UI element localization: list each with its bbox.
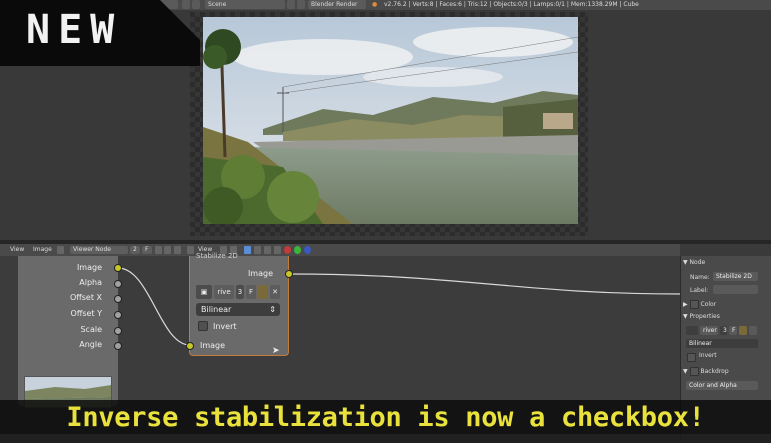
- select-arrows-icon: ⇕: [269, 305, 276, 314]
- link-stabilize-to-output: [288, 273, 680, 295]
- color-alpha-select[interactable]: Color and Alpha: [686, 381, 758, 390]
- viewer-node-field[interactable]: Viewer Node: [70, 246, 128, 254]
- socket-label-alpha: Alpha: [79, 278, 102, 287]
- socket-label-scale: Scale: [80, 325, 102, 334]
- scene-add-button[interactable]: [287, 0, 295, 9]
- stabilize-image-output-socket[interactable]: [285, 270, 293, 278]
- invert-checkbox[interactable]: [198, 321, 208, 331]
- image-browse-icon[interactable]: [57, 246, 64, 254]
- red-channel-icon[interactable]: [284, 246, 291, 254]
- socket-label-offset-x: Offset X: [69, 293, 102, 302]
- interpolation-select[interactable]: Bilinear ⇕: [196, 303, 280, 316]
- offset-x-output-socket[interactable]: [114, 295, 122, 303]
- scene-field[interactable]: Scene: [205, 0, 285, 9]
- backdrop-checkbox[interactable]: [689, 367, 699, 376]
- node-section-header[interactable]: ▼ Node: [683, 259, 705, 266]
- stabilize-image-input-socket[interactable]: [186, 342, 194, 350]
- editor-type-icon[interactable]: [187, 246, 194, 254]
- panel-clip-name[interactable]: river: [700, 326, 718, 335]
- blender-logo-icon: ●: [372, 1, 378, 8]
- panel-clip-unlink-icon[interactable]: [749, 326, 757, 335]
- link-image-to-stabilize: [117, 267, 191, 346]
- backdrop-section-header[interactable]: ▼ Backdrop: [683, 367, 729, 376]
- scene-remove-button[interactable]: [297, 0, 305, 9]
- offset-y-output-socket[interactable]: [114, 311, 122, 319]
- label-label: Label:: [690, 287, 709, 294]
- mouse-cursor-icon: ➤: [272, 346, 280, 356]
- render-layer-icon[interactable]: [244, 246, 251, 254]
- caption-text: Inverse stabilization is now a checkbox!: [66, 402, 705, 433]
- fake-user-button[interactable]: F: [142, 246, 152, 254]
- panel-clip-users: 3: [720, 326, 727, 335]
- clip-open-icon[interactable]: [258, 285, 268, 299]
- invert-label: Invert: [213, 322, 237, 331]
- image-users-count: 2: [130, 246, 140, 254]
- panel-interpolation-select[interactable]: Bilinear: [686, 339, 758, 348]
- color-section-header[interactable]: ▶ Color: [683, 300, 716, 309]
- unlink-image-icon[interactable]: [174, 246, 181, 254]
- name-label: Name:: [690, 274, 710, 281]
- socket-label-angle: Angle: [79, 340, 102, 349]
- clip-selector: ▣ rive 3 F ✕: [196, 285, 280, 299]
- node-label-field[interactable]: [713, 285, 758, 294]
- panel-clip-fake-button[interactable]: F: [729, 326, 737, 335]
- green-channel-icon[interactable]: [294, 246, 301, 254]
- render-engine-select[interactable]: Blender Render: [308, 0, 366, 9]
- socket-label-offset-y: Offset Y: [70, 309, 102, 318]
- new-banner-text: NEW: [26, 7, 123, 53]
- clip-name-field[interactable]: rive: [214, 285, 234, 299]
- timeline-strip: [0, 434, 771, 443]
- panel-clip-icon[interactable]: [686, 326, 698, 335]
- stabilize-input-label: Image: [200, 341, 226, 350]
- z-buffer-icon[interactable]: [274, 246, 281, 254]
- panel-invert-checkbox[interactable]: [687, 353, 696, 362]
- stats-text: v2.76.2 | Verts:8 | Faces:6 | Tris:12 | …: [384, 1, 639, 8]
- alpha-output-socket[interactable]: [114, 280, 122, 288]
- clip-users-count: 3: [236, 285, 244, 299]
- panel-invert-label: Invert: [699, 352, 717, 359]
- clip-fake-user-button[interactable]: F: [246, 285, 256, 299]
- color-checkbox[interactable]: [689, 300, 699, 309]
- properties-section-header[interactable]: ▼ Properties: [683, 313, 720, 320]
- blue-channel-icon[interactable]: [304, 246, 311, 254]
- screen-remove-button[interactable]: [192, 0, 200, 9]
- node-name-field[interactable]: Stabilize 2D: [713, 272, 758, 281]
- open-image-icon[interactable]: [164, 246, 171, 254]
- stabilize-node-title[interactable]: Stabilize 2D: [196, 252, 238, 260]
- alpha-icon[interactable]: [264, 246, 271, 254]
- channel-icon[interactable]: [254, 246, 261, 254]
- socket-label-image: Image: [76, 263, 102, 272]
- viewer-image: [203, 17, 578, 224]
- screen-add-button[interactable]: [182, 0, 190, 9]
- view-menu[interactable]: View: [10, 244, 24, 256]
- new-image-icon[interactable]: [155, 246, 162, 254]
- image-menu[interactable]: Image: [33, 244, 52, 256]
- clip-unlink-icon[interactable]: ✕: [270, 285, 280, 299]
- image-output-socket[interactable]: [114, 264, 122, 272]
- movie-clip-icon[interactable]: ▣: [196, 285, 212, 299]
- stabilize-output-label: Image: [247, 269, 273, 278]
- scale-output-socket[interactable]: [114, 327, 122, 335]
- panel-clip-open-icon[interactable]: [739, 326, 747, 335]
- angle-output-socket[interactable]: [114, 342, 122, 350]
